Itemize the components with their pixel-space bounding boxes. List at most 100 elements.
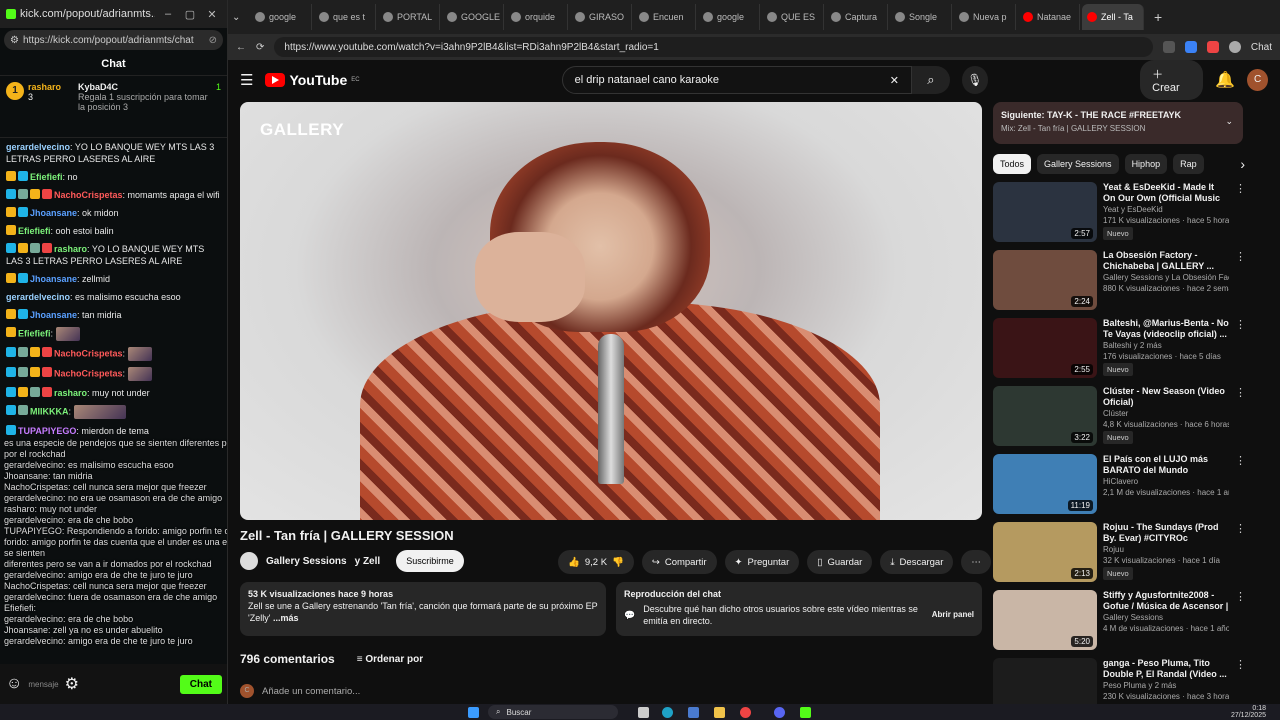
emote-icon[interactable]: ☺ <box>6 675 22 693</box>
search-box[interactable]: el drip natanael cano karaoke ✕ <box>561 66 912 94</box>
chat-username[interactable]: MIIKKKA <box>30 406 69 416</box>
minimize-icon[interactable]: – <box>159 8 177 20</box>
create-button[interactable]: ＋ Crear <box>1140 60 1204 100</box>
reader-icon[interactable]: ⊘ <box>209 35 217 46</box>
url-field[interactable]: https://www.youtube.com/watch?v=i3ahn9P2… <box>274 37 1153 57</box>
channel-avatar[interactable] <box>240 552 258 570</box>
chat-input[interactable]: mensaje <box>28 680 58 689</box>
menu-icon[interactable]: ☰ <box>240 71 253 89</box>
chat-username[interactable]: Efiefiefi <box>18 328 51 338</box>
share-button[interactable]: ↪ Compartir <box>641 550 717 574</box>
chat-username[interactable]: NachoCrispetas <box>54 190 123 200</box>
taskbar-search[interactable]: ⌕ Buscar <box>488 705 618 719</box>
video-thumbnail[interactable]: 3:22 <box>993 386 1097 446</box>
video-thumbnail[interactable]: 5:20 <box>993 590 1097 650</box>
browser-tab[interactable]: Encuen <box>634 4 696 30</box>
ask-button[interactable]: ✦ Preguntar <box>724 550 800 574</box>
like-button[interactable]: 👍 9,2 K 👎 <box>558 550 634 574</box>
filter-chip[interactable]: Hiphop <box>1124 154 1168 174</box>
description-box[interactable]: 53 K visualizaciones hace 9 horas Zell s… <box>240 582 606 636</box>
chat-username[interactable]: gerardelvecino <box>6 142 70 152</box>
video-thumbnail[interactable]: 2:57 <box>993 182 1097 242</box>
video-player[interactable]: GALLERY <box>240 102 982 520</box>
notifications-bell-icon[interactable]: 🔔 <box>1215 70 1235 90</box>
sort-comments-button[interactable]: ≡ Ordenar por <box>357 654 423 665</box>
search-button[interactable]: ⌕ <box>912 66 950 94</box>
video-channel[interactable]: Yeat y EsDeeKid <box>1103 204 1229 215</box>
show-more-link[interactable]: ...más <box>273 613 299 623</box>
related-video[interactable]: 2:24 La Obsesión Factory - Chichabeba | G… <box>993 250 1246 310</box>
filter-chip[interactable]: Gallery Sessions <box>1037 154 1119 174</box>
open-panel-button[interactable]: Abrir panel <box>932 609 974 621</box>
browser-chat-button[interactable]: Chat <box>1251 42 1272 53</box>
chevron-right-icon[interactable]: › <box>1240 156 1245 172</box>
add-comment-input[interactable]: Añade un comentario... <box>262 686 360 697</box>
browser-tab[interactable]: que es t <box>314 4 376 30</box>
video-menu-icon[interactable]: ⋮ <box>1235 182 1246 242</box>
site-info-icon[interactable]: ⚙ <box>10 35 19 46</box>
extension-icon[interactable] <box>1184 41 1197 53</box>
profile-icon[interactable] <box>1228 41 1241 53</box>
clear-search-icon[interactable]: ✕ <box>890 74 899 87</box>
related-video[interactable]: 5:20 Stiffy y Agusfortnite2008 - Gofue / … <box>993 590 1246 650</box>
tab-list-icon[interactable]: ⌄ <box>232 12 248 23</box>
video-menu-icon[interactable]: ⋮ <box>1235 522 1246 582</box>
settings-gear-icon[interactable]: ⚙ <box>65 674 79 694</box>
browser-tab[interactable]: PORTAL <box>378 4 440 30</box>
maximize-icon[interactable]: ▢ <box>181 8 199 21</box>
voice-search-icon[interactable]: 🎙 <box>961 66 989 94</box>
account-avatar[interactable]: C <box>1247 69 1268 91</box>
browser-tab[interactable]: google <box>250 4 312 30</box>
chat-username[interactable]: TUPAPIYEGO <box>18 426 76 436</box>
discord-icon[interactable] <box>774 707 785 718</box>
clock[interactable]: 0:18 27/12/2025 <box>1231 705 1266 719</box>
folder-icon[interactable] <box>714 707 725 718</box>
new-tab-icon[interactable]: + <box>1154 9 1162 25</box>
chat-message-list[interactable]: gerardelvecino: YO LO BANQUE WEY MTS LAS… <box>0 138 227 440</box>
app-icon[interactable] <box>800 707 811 718</box>
extension-icon[interactable] <box>1206 41 1219 53</box>
add-comment-row[interactable]: C Añade un comentario... <box>240 684 360 698</box>
taskview-icon[interactable] <box>638 707 649 718</box>
filter-chip[interactable]: Todos <box>993 154 1032 174</box>
chat-username[interactable]: Jhoansane <box>30 208 77 218</box>
youtube-logo[interactable]: YouTube EC <box>265 72 360 88</box>
video-menu-icon[interactable]: ⋮ <box>1235 318 1246 378</box>
video-thumbnail[interactable]: 11:19 <box>993 454 1097 514</box>
download-button[interactable]: ⤓ Descargar <box>880 550 954 574</box>
related-video[interactable]: 11:19 El País con el LUJO más BARATO del … <box>993 454 1246 514</box>
related-video[interactable]: 2:13 Rojuu - The Sundays (Prod By. Evar) … <box>993 522 1246 582</box>
video-menu-icon[interactable]: ⋮ <box>1235 454 1246 514</box>
video-channel[interactable]: Gallery Sessions y La Obsesión Facto... <box>1103 272 1229 283</box>
chat-username[interactable]: Jhoansane <box>30 274 77 284</box>
browser-tab[interactable]: orquide <box>506 4 568 30</box>
filter-chip[interactable]: Rap <box>1173 154 1204 174</box>
video-channel[interactable]: Clúster <box>1103 408 1229 419</box>
browser-tab[interactable]: Captura <box>826 4 888 30</box>
chat-username[interactable]: rasharo <box>54 244 87 254</box>
browser-tab[interactable]: Songle <box>890 4 952 30</box>
chat-username[interactable]: NachoCrispetas <box>54 368 123 378</box>
chevron-down-icon[interactable]: ⌄ <box>1225 115 1233 128</box>
reload-icon[interactable]: ⟳ <box>256 42 264 53</box>
extension-icon[interactable] <box>1162 41 1175 53</box>
chat-username[interactable]: rasharo <box>54 388 87 398</box>
channel-collab[interactable]: y Zell <box>355 556 381 567</box>
browser-tab[interactable]: GIRASO <box>570 4 632 30</box>
chat-send-button[interactable]: Chat <box>179 674 222 694</box>
more-actions-button[interactable]: ⋯ <box>961 550 991 574</box>
edge-icon[interactable] <box>662 707 673 718</box>
video-thumbnail[interactable]: 2:55 <box>993 318 1097 378</box>
video-menu-icon[interactable]: ⋮ <box>1235 250 1246 310</box>
subscribe-button[interactable]: Suscribirme <box>396 550 464 572</box>
video-channel[interactable]: Gallery Sessions <box>1103 612 1229 623</box>
next-in-mix[interactable]: Siguiente: TAY-K - THE RACE #FREETAYK Mi… <box>993 102 1243 144</box>
video-channel[interactable]: Peso Pluma y 2 más <box>1103 680 1229 691</box>
browser-tab[interactable]: GOOGLE <box>442 4 504 30</box>
video-menu-icon[interactable]: ⋮ <box>1235 590 1246 650</box>
windows-start-icon[interactable] <box>468 707 479 718</box>
chat-username[interactable]: NachoCrispetas <box>54 348 123 358</box>
browser-tab[interactable]: Nueva p <box>954 4 1016 30</box>
store-icon[interactable] <box>688 707 699 718</box>
browser-tab[interactable]: QUE ES <box>762 4 824 30</box>
